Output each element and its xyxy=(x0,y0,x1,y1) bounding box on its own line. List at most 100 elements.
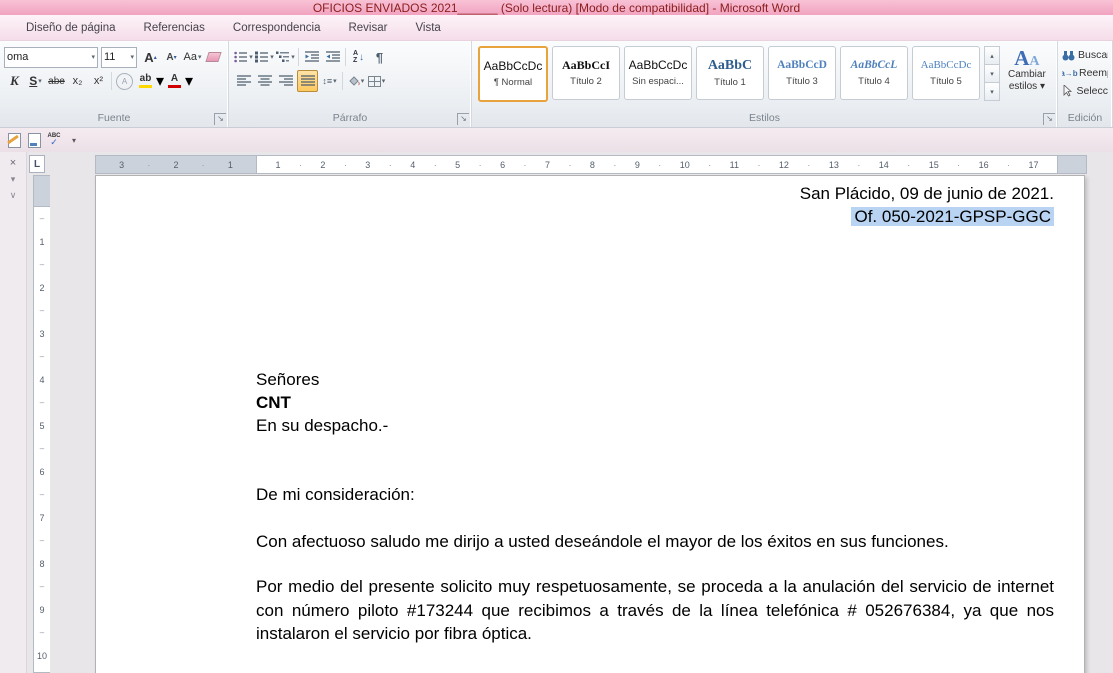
shrink-font-button[interactable]: A▾ xyxy=(162,47,181,67)
reference-line: Of. 050-2021-GPSP-GGC xyxy=(256,205,1054,228)
change-case-button[interactable]: Aa▾ xyxy=(183,47,202,67)
tab-referencias[interactable]: Referencias xyxy=(130,15,219,40)
text-highlight-button[interactable]: ab xyxy=(136,71,155,91)
chevron-down-icon[interactable]: ▾ xyxy=(5,174,21,185)
numbering-button[interactable]: ▾ xyxy=(255,47,274,67)
ruler-number: 9 xyxy=(635,160,640,170)
style-item-titulo-4[interactable]: AaBbCcLTítulo 4 xyxy=(840,46,908,100)
styles-dialog-launcher[interactable]: ↘ xyxy=(1043,113,1055,125)
print-preview-icon xyxy=(28,133,41,148)
find-button[interactable]: Buscar xyxy=(1062,46,1108,64)
tab-diseno-de-pagina[interactable]: Diseño de página xyxy=(12,15,130,40)
style-preview: AaBbC xyxy=(708,58,752,73)
style-item-sin-espaci[interactable]: AaBbCcDcSin espaci... xyxy=(624,46,692,100)
replace-label: Reemp xyxy=(1079,67,1108,79)
ruler-tick: · xyxy=(857,160,860,170)
spelling-button[interactable]: ABC✓ xyxy=(44,130,64,150)
print-preview-button[interactable] xyxy=(24,130,44,150)
bullets-button[interactable]: ▾ xyxy=(234,47,253,67)
superscript-button[interactable]: x² xyxy=(89,71,108,91)
gallery-scroll-down-icon[interactable]: ▾ xyxy=(984,64,1000,83)
ruler-tick: – xyxy=(40,437,44,460)
change-styles-button[interactable]: AA Cambiar estilos ▾ xyxy=(1008,46,1046,92)
style-preview: AaBbCcDc xyxy=(921,59,972,71)
tab-vista[interactable]: Vista xyxy=(401,15,454,40)
show-marks-button[interactable]: ¶ xyxy=(370,47,389,67)
sort-button[interactable]: AZ ↓ xyxy=(349,47,368,67)
ribbon: oma ▾ 11 ▾ A▴ A▾ Aa▾ K S▾ abe x₂ x² A xyxy=(0,41,1113,128)
paragraph-dialog-launcher[interactable]: ↘ xyxy=(457,113,469,125)
document-page[interactable]: San Plácido, 09 de junio de 2021. Of. 05… xyxy=(95,175,1085,673)
style-item-titulo-1[interactable]: AaBbC Título 1 xyxy=(696,46,764,100)
style-name: Sin espaci... xyxy=(632,76,684,87)
font-name-combo[interactable]: oma ▾ xyxy=(4,47,98,68)
ruler-tick: · xyxy=(202,160,205,170)
qat-overflow-button[interactable]: ▾ xyxy=(64,130,84,150)
group-label-styles: Estilos xyxy=(472,111,1057,127)
multilevel-list-button[interactable]: ▾ xyxy=(276,47,295,67)
tab-revisar[interactable]: Revisar xyxy=(334,15,401,40)
font-color-swatch xyxy=(168,85,181,88)
font-dialog-launcher[interactable]: ↘ xyxy=(214,113,226,125)
ruler-number: 4 xyxy=(410,160,415,170)
align-center-button[interactable] xyxy=(255,71,274,91)
ruler-tick: · xyxy=(613,160,616,170)
select-button[interactable]: Selecc xyxy=(1062,82,1108,100)
strikethrough-button[interactable]: abe xyxy=(47,71,66,91)
salutation-line: De mi consideración: xyxy=(256,483,1054,506)
borders-button[interactable]: ▾ xyxy=(367,71,386,91)
edit-document-button[interactable] xyxy=(4,130,24,150)
style-item-titulo-2[interactable]: AaBbCcITítulo 2 xyxy=(552,46,620,100)
style-name: Título 3 xyxy=(786,76,818,87)
underline-button[interactable]: S▾ xyxy=(26,71,45,91)
tab-selector[interactable]: L xyxy=(29,155,45,173)
style-item-titulo-3[interactable]: AaBbCcDTítulo 3 xyxy=(768,46,836,100)
chevron-down-icon-2[interactable]: ∨ xyxy=(5,190,21,201)
clear-formatting-button[interactable] xyxy=(204,47,223,67)
ruler-number: 8 xyxy=(590,160,595,170)
subscript-button[interactable]: x₂ xyxy=(68,71,87,91)
ruler-tick: – xyxy=(40,299,44,322)
replace-button[interactable]: a→b Reemp xyxy=(1062,64,1108,82)
group-label-paragraph: Párrafo xyxy=(229,111,471,127)
chevron-down-icon[interactable]: ▾ xyxy=(156,71,164,91)
gallery-more-icon[interactable]: ▾ xyxy=(984,82,1000,101)
borders-grid-icon xyxy=(368,76,381,87)
style-item-titulo-5[interactable]: AaBbCcDcTítulo 5 xyxy=(912,46,980,100)
group-label-font: Fuente xyxy=(0,111,228,127)
shading-button[interactable]: ▾ xyxy=(346,71,365,91)
ruler-number: 10 xyxy=(37,644,47,667)
align-left-button[interactable] xyxy=(234,71,253,91)
ruler-tick: · xyxy=(147,160,150,170)
justify-button[interactable] xyxy=(297,70,318,92)
ruler-tick: – xyxy=(40,621,44,644)
style-name: Título 1 xyxy=(714,77,746,88)
horizontal-ruler[interactable]: 3·2·1 1·2·3·4·5·6·7·8·9·10·11·12·13·14·1… xyxy=(95,155,1087,174)
align-right-button[interactable] xyxy=(276,71,295,91)
gallery-scroll-up-icon[interactable]: ▴ xyxy=(984,46,1000,65)
line-spacing-button[interactable]: ↕≡▾ xyxy=(320,71,339,91)
grow-font-button[interactable]: A▴ xyxy=(141,47,160,67)
tab-correspondencia[interactable]: Correspondencia xyxy=(219,15,335,40)
group-label-editing: Edición xyxy=(1058,111,1112,127)
ruler-margin-zone: 3·2·1 xyxy=(96,156,256,173)
vertical-ruler[interactable]: –1–2–3–4–5–6–7–8–9–10 xyxy=(33,175,51,673)
font-color-button[interactable]: A xyxy=(165,71,184,91)
increase-indent-button[interactable] xyxy=(323,47,342,67)
chevron-down-icon[interactable]: ▾ xyxy=(185,71,193,91)
ruler-tick: · xyxy=(299,160,302,170)
italic-button[interactable]: K xyxy=(5,71,24,91)
decrease-indent-button[interactable] xyxy=(302,47,321,67)
decrease-indent-icon xyxy=(305,51,319,63)
font-size-combo[interactable]: 11 ▾ xyxy=(101,47,137,68)
selected-text[interactable]: Of. 050-2021-GPSP-GGC xyxy=(851,207,1054,226)
ruler-number: 9 xyxy=(39,598,44,621)
style-item-normal[interactable]: AaBbCcDc¶ Normal xyxy=(478,46,548,102)
ruler-number: 12 xyxy=(779,160,789,170)
qat-overflow-icon: ▾ xyxy=(72,136,76,145)
close-pane-icon[interactable]: × xyxy=(5,157,21,169)
enclose-characters-button[interactable]: A xyxy=(115,71,134,91)
vertical-ruler-marks: –1–2–3–4–5–6–7–8–9–10 xyxy=(34,207,50,667)
separator xyxy=(298,48,299,66)
ruler-number: 2 xyxy=(173,160,178,170)
